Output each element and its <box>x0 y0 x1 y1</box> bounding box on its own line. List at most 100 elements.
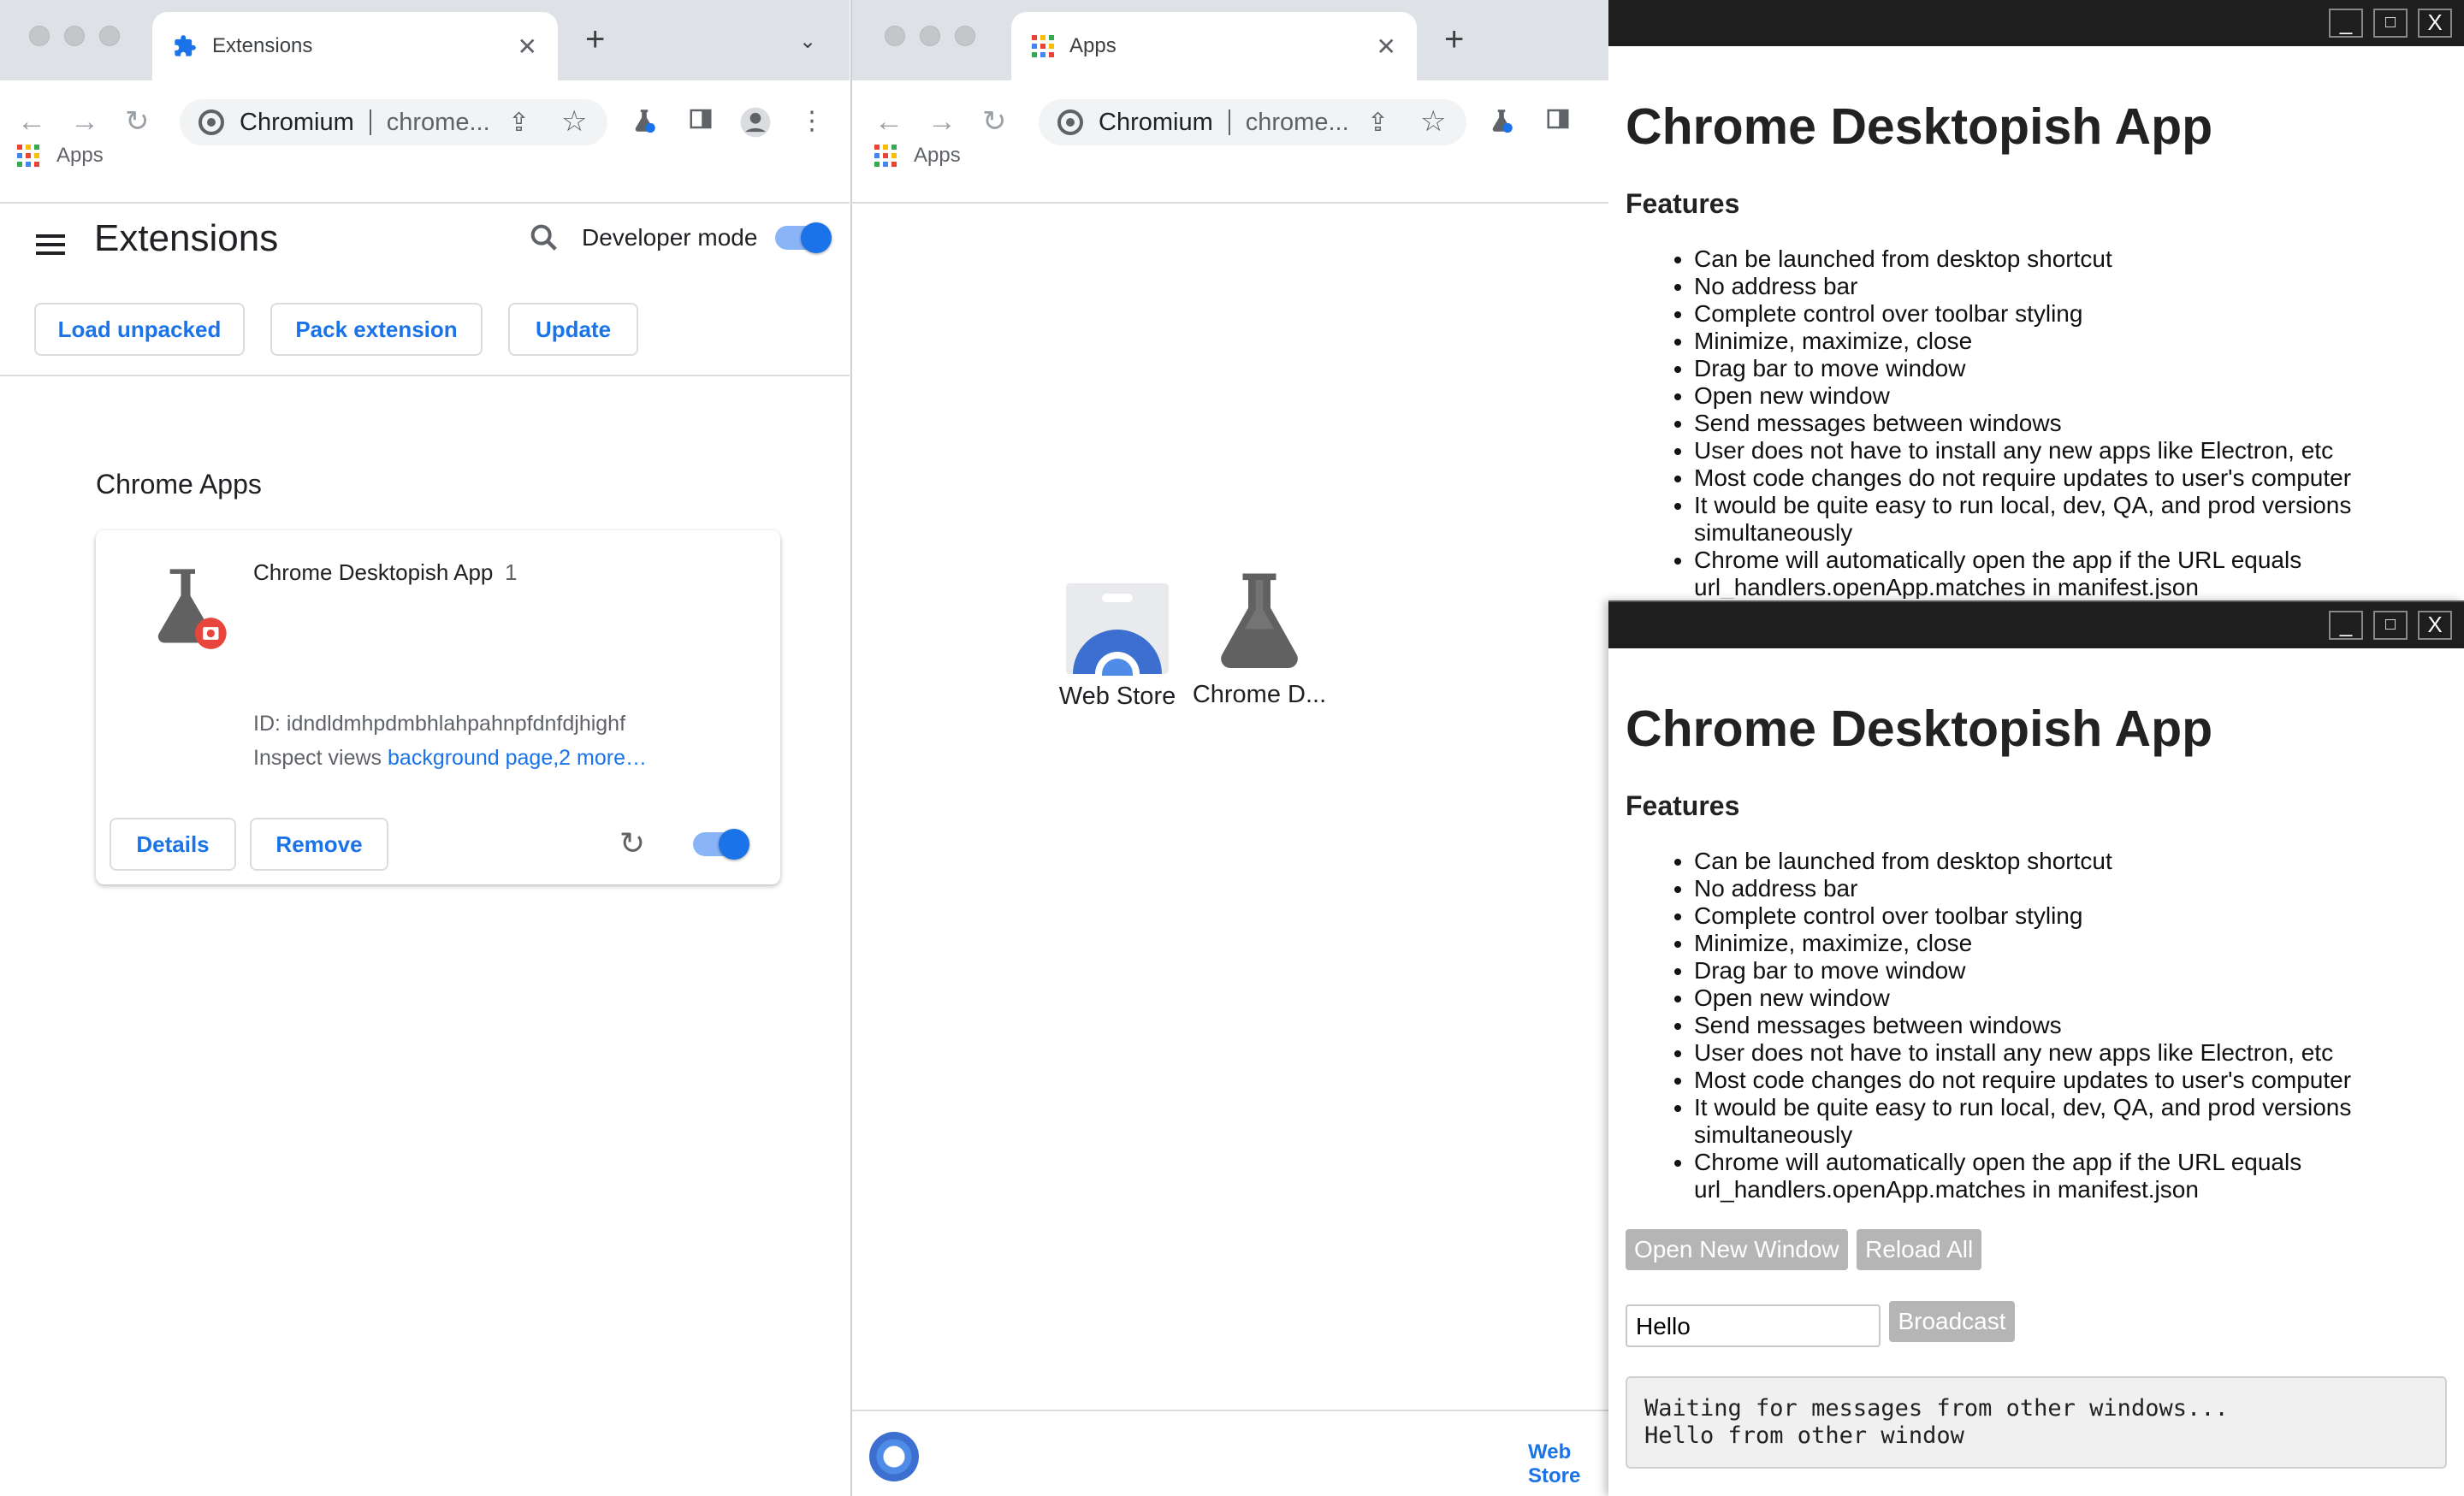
extension-name: Chrome Desktopish App <box>253 559 494 585</box>
inspect-views-link[interactable]: background page,2 more… <box>388 746 647 770</box>
extensions-header: Extensions Developer mode Load unpacked … <box>0 204 850 376</box>
new-tab-button[interactable]: + <box>585 22 605 56</box>
minimize-button[interactable]: _ <box>2329 9 2363 38</box>
side-panel-icon[interactable] <box>688 106 714 139</box>
close-window-button[interactable] <box>885 26 905 46</box>
app-drag-bar[interactable]: _ □ X <box>1608 602 2464 648</box>
back-arrow-icon[interactable]: ← <box>874 104 903 139</box>
list-item: Open new window <box>1694 985 2447 1012</box>
close-window-button[interactable] <box>29 26 50 46</box>
puzzle-icon <box>175 35 196 56</box>
reload-all-button[interactable]: Reload All <box>1857 1229 1982 1270</box>
features-list: Can be launched from desktop shortcut No… <box>1626 848 2447 1203</box>
search-icon[interactable] <box>527 221 561 255</box>
share-icon[interactable]: ⇪ <box>1367 108 1389 139</box>
zoom-window-button[interactable] <box>99 26 120 46</box>
remove-button[interactable]: Remove <box>250 818 388 871</box>
back-arrow-icon[interactable]: ← <box>17 104 46 139</box>
message-log: Waiting for messages from other windows.… <box>1626 1375 2447 1469</box>
extension-enable-toggle[interactable] <box>693 829 749 860</box>
labs-flask-icon[interactable] <box>1487 106 1516 143</box>
tab-apps[interactable]: Apps ✕ <box>1011 12 1417 80</box>
bookmark-apps-label: Apps <box>56 144 104 167</box>
update-button[interactable]: Update <box>508 303 638 356</box>
close-button[interactable]: X <box>2418 611 2452 640</box>
list-item: Open new window <box>1694 382 2447 410</box>
list-item: Send messages between windows <box>1694 1012 2447 1039</box>
minimize-window-button[interactable] <box>64 26 85 46</box>
close-tab-icon[interactable]: ✕ <box>1377 33 1396 61</box>
omnibox-url: chrome... <box>1245 108 1349 136</box>
broadcast-button[interactable]: Broadcast <box>1889 1301 2015 1342</box>
app-label: Chrome D... <box>1192 681 1327 708</box>
side-panel-icon[interactable] <box>1545 106 1571 139</box>
maximize-button[interactable]: □ <box>2373 9 2408 38</box>
list-item: Most code changes do not require updates… <box>1694 1067 2447 1094</box>
bookmark-star-icon[interactable]: ☆ <box>1420 106 1446 137</box>
bookmark-apps[interactable]: Apps <box>874 144 961 168</box>
app-web-store[interactable]: Web Store <box>1049 582 1186 711</box>
omnibox-host: Chromium <box>240 108 354 136</box>
list-item: No address bar <box>1694 875 2447 902</box>
list-item: Drag bar to move window <box>1694 957 2447 985</box>
reload-icon[interactable]: ↻ <box>125 104 150 139</box>
zoom-window-button[interactable] <box>955 26 975 46</box>
flask-icon <box>157 569 227 649</box>
chromium-site-icon <box>198 109 224 135</box>
bookmark-apps[interactable]: Apps <box>17 144 104 168</box>
list-item: Send messages between windows <box>1694 410 2447 437</box>
tab-strip: Extensions ✕ + ⌄ <box>0 0 850 80</box>
minimize-window-button[interactable] <box>920 26 940 46</box>
tab-title: Extensions <box>212 34 313 57</box>
extension-card: Chrome Desktopish App 1 ID: idndldmhpdmb… <box>96 530 780 884</box>
page-title: Extensions <box>94 217 279 259</box>
profile-avatar-icon[interactable] <box>739 106 772 146</box>
omnibox[interactable]: Chromium chrome... ⇪ ☆ <box>1039 99 1466 145</box>
developer-mode-toggle[interactable] <box>775 222 832 253</box>
tab-search-chevron-icon[interactable]: ⌄ <box>799 29 816 54</box>
open-new-window-button[interactable]: Open New Window <box>1626 1229 1848 1270</box>
flask-icon <box>1221 573 1298 669</box>
close-button[interactable]: X <box>2418 9 2452 38</box>
app-drag-bar[interactable]: _ □ X <box>1608 0 2464 46</box>
tab-title: Apps <box>1069 34 1116 57</box>
maximize-button[interactable]: □ <box>2373 611 2408 640</box>
close-tab-icon[interactable]: ✕ <box>518 33 537 61</box>
traffic-lights <box>885 26 975 46</box>
extension-version: 1 <box>505 559 518 585</box>
kebab-menu-icon[interactable]: ⋮ <box>799 106 825 137</box>
reload-icon[interactable]: ↻ <box>982 104 1007 139</box>
labs-flask-icon[interactable] <box>630 106 659 143</box>
extension-id: ID: idndldmhpdmbhlahpahnpfdnfdjhighf <box>253 712 626 736</box>
desktopish-app-window-1: _ □ X Chrome Desktopish App Features Can… <box>1608 0 2464 599</box>
bookmark-apps-label: Apps <box>914 144 961 167</box>
inspect-views-label: Inspect views <box>253 746 382 770</box>
details-button[interactable]: Details <box>110 818 236 871</box>
share-icon[interactable]: ⇪ <box>508 108 530 139</box>
new-tab-button[interactable]: + <box>1444 22 1464 56</box>
features-heading: Features <box>1626 188 1740 219</box>
browser-toolbar: ← → ↻ Chromium chrome... ⇪ ☆ ⋮ Apps <box>0 80 850 204</box>
chromium-logo-icon <box>869 1432 919 1481</box>
bookmark-star-icon[interactable]: ☆ <box>561 106 587 137</box>
omnibox[interactable]: Chromium chrome... ⇪ ☆ <box>180 99 607 145</box>
reload-extension-icon[interactable]: ↻ <box>619 826 645 860</box>
message-input[interactable]: Hello <box>1626 1304 1881 1347</box>
minimize-button[interactable]: _ <box>2329 611 2363 640</box>
section-title: Chrome Apps <box>96 469 262 500</box>
forward-arrow-icon[interactable]: → <box>70 104 99 139</box>
forward-arrow-icon[interactable]: → <box>927 104 957 139</box>
web-store-link[interactable]: Web Store <box>1528 1440 1608 1488</box>
app-chrome-desktopish[interactable]: Chrome D... <box>1191 568 1328 709</box>
pack-extension-button[interactable]: Pack extension <box>270 303 483 356</box>
apps-grid-icon <box>1032 35 1054 57</box>
list-item: Can be launched from desktop shortcut <box>1694 848 2447 875</box>
omnibox-url: chrome... <box>386 108 490 136</box>
list-item: Minimize, maximize, close <box>1694 930 2447 957</box>
traffic-lights <box>29 26 120 46</box>
hamburger-menu-icon[interactable] <box>36 229 65 260</box>
tab-extensions[interactable]: Extensions ✕ <box>152 12 558 80</box>
load-unpacked-button[interactable]: Load unpacked <box>34 303 245 356</box>
web-store-icon <box>1066 583 1169 696</box>
list-item: Chrome will automatically open the app i… <box>1694 1149 2447 1203</box>
